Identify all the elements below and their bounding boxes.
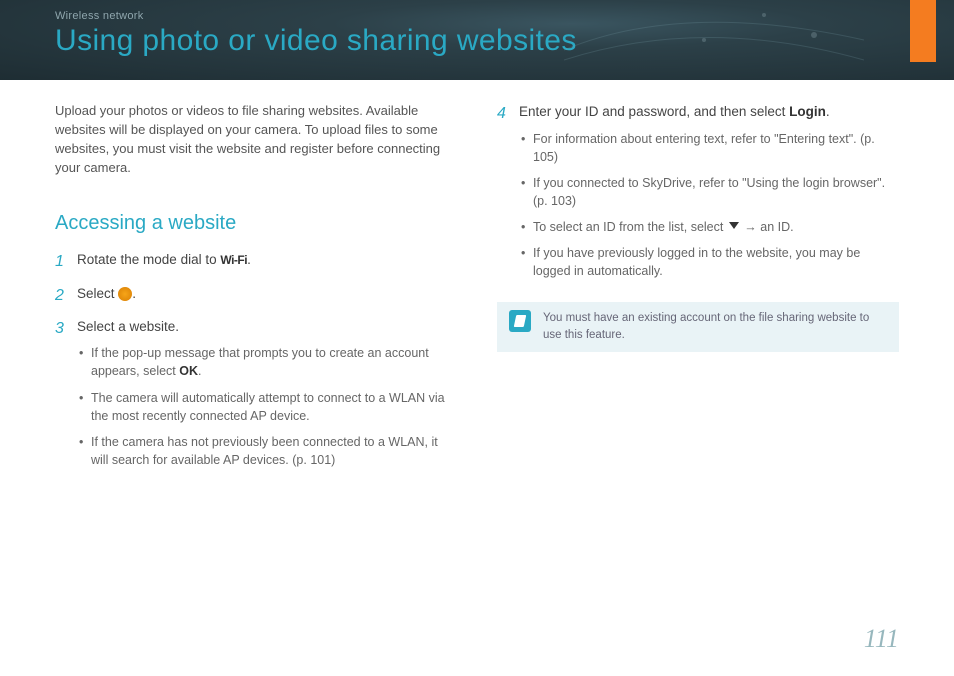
step-text: Rotate the mode dial to (77, 252, 220, 267)
dropdown-icon (729, 222, 739, 234)
note-icon (509, 310, 531, 332)
list-item: If you have previously logged in to the … (519, 244, 899, 280)
note-box: You must have an existing account on the… (497, 302, 899, 351)
share-icon (118, 287, 132, 301)
page-number: 111 (864, 624, 899, 654)
wifi-icon: Wi-Fi (220, 252, 247, 269)
step-number: 1 (55, 250, 77, 273)
step-4-bullets: For information about entering text, ref… (519, 130, 899, 281)
list-item: If the camera has not previously been co… (77, 433, 457, 469)
step-text-end: . (247, 252, 251, 267)
login-label: Login (789, 104, 826, 119)
bullet-text: To select an ID from the list, select (533, 220, 727, 234)
left-column: Upload your photos or videos to file sha… (55, 102, 457, 487)
list-item: The camera will automatically attempt to… (77, 389, 457, 425)
step-number: 3 (55, 317, 77, 340)
step-2: 2 Select . (55, 284, 457, 307)
step-text: Select (77, 286, 118, 301)
page-title: Using photo or video sharing websites (55, 24, 899, 58)
step-body: Select a website. If the pop-up message … (77, 317, 457, 477)
list-item: To select an ID from the list, select → … (519, 218, 899, 236)
step-text-end: . (826, 104, 830, 119)
bullet-text-end: . (198, 364, 201, 378)
step-body: Select . (77, 284, 457, 304)
right-column: 4 Enter your ID and password, and then s… (497, 102, 899, 487)
intro-paragraph: Upload your photos or videos to file sha… (55, 102, 457, 177)
ok-label: OK (179, 364, 198, 378)
step-4: 4 Enter your ID and password, and then s… (497, 102, 899, 288)
step-body: Rotate the mode dial to Wi-Fi. (77, 250, 457, 270)
step-text-end: . (132, 286, 136, 301)
step-number: 4 (497, 102, 519, 125)
list-item: For information about entering text, ref… (519, 130, 899, 166)
step-text: Select a website. (77, 319, 179, 334)
note-text: You must have an existing account on the… (543, 310, 887, 343)
step-1: 1 Rotate the mode dial to Wi-Fi. (55, 250, 457, 273)
page-header: Wireless network Using photo or video sh… (0, 0, 954, 80)
step-3-bullets: If the pop-up message that prompts you t… (77, 344, 457, 469)
list-item: If the pop-up message that prompts you t… (77, 344, 457, 380)
step-number: 2 (55, 284, 77, 307)
section-title: Accessing a website (55, 209, 457, 238)
content-area: Upload your photos or videos to file sha… (0, 80, 954, 487)
bullet-text-end: → an ID. (741, 220, 794, 234)
step-3: 3 Select a website. If the pop-up messag… (55, 317, 457, 477)
step-body: Enter your ID and password, and then sel… (519, 102, 899, 288)
breadcrumb: Wireless network (55, 10, 899, 22)
bullet-text: If the pop-up message that prompts you t… (91, 346, 429, 378)
step-text: Enter your ID and password, and then sel… (519, 104, 789, 119)
list-item: If you connected to SkyDrive, refer to "… (519, 174, 899, 210)
